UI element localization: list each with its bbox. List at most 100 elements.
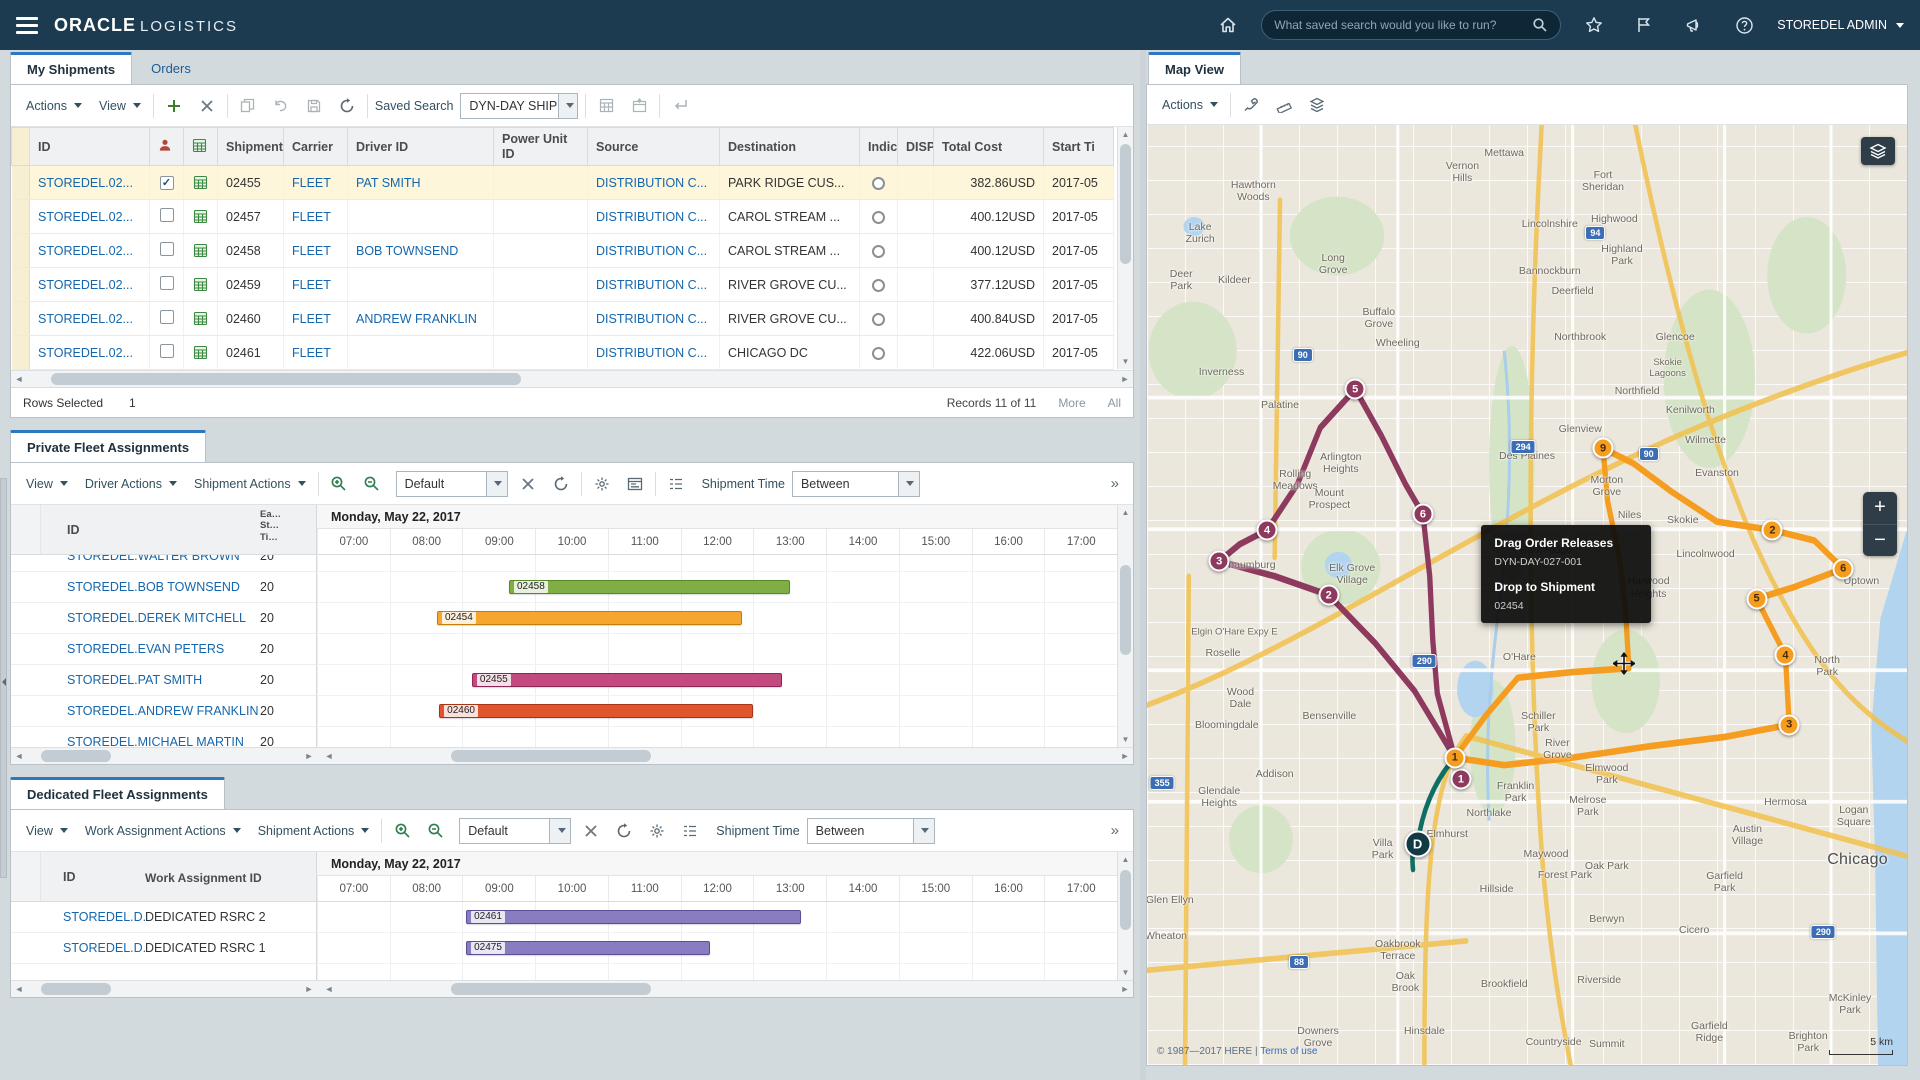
refresh-icon[interactable] bbox=[611, 819, 637, 843]
shipment-actions-menu-button[interactable]: Shipment Actions bbox=[189, 473, 311, 495]
dedicated-horizontal-scrollbar[interactable]: ◄ ► ◄ ► bbox=[11, 980, 1133, 997]
search-icon[interactable] bbox=[1532, 17, 1548, 33]
map-stop-marker-orange-9[interactable]: 9 bbox=[1593, 438, 1614, 459]
driver-id-link[interactable]: STOREDEL.DEREK MITCHELL bbox=[67, 611, 246, 625]
shipment-row[interactable]: STOREDEL.02...✓02455FLEETPAT SMITHDISTRI… bbox=[12, 166, 1114, 200]
driver-actions-menu-button[interactable]: Driver Actions bbox=[80, 473, 182, 495]
scroll-left-arrow[interactable]: ◄ bbox=[11, 984, 27, 994]
tab-my-shipments[interactable]: My Shipments bbox=[10, 52, 132, 85]
shipments-vertical-scrollbar[interactable]: ▲ ▼ bbox=[1117, 127, 1133, 369]
global-search-input[interactable] bbox=[1274, 18, 1524, 32]
flag-icon[interactable] bbox=[1627, 8, 1661, 42]
indicator-radio[interactable] bbox=[872, 211, 885, 224]
shipment-id-link[interactable]: STOREDEL.02... bbox=[38, 176, 133, 190]
map-layers-swap-icon[interactable] bbox=[1304, 93, 1330, 117]
carrier-link[interactable]: FLEET bbox=[292, 346, 331, 360]
scroll-up-arrow[interactable]: ▲ bbox=[1118, 505, 1133, 520]
spreadsheet-icon[interactable] bbox=[193, 311, 208, 326]
source-link[interactable]: DISTRIBUTION C... bbox=[596, 244, 707, 258]
gantt-bar-02461[interactable]: 02461 bbox=[466, 910, 801, 924]
combo-dropdown-button[interactable] bbox=[898, 472, 919, 496]
clear-icon[interactable] bbox=[578, 819, 604, 843]
toolbar-overflow-button[interactable]: » bbox=[1107, 822, 1123, 839]
terms-of-use-link[interactable]: Terms of use bbox=[1260, 1046, 1317, 1057]
refresh-icon[interactable] bbox=[334, 94, 360, 118]
driver-link[interactable]: ANDREW FRANKLIN bbox=[356, 312, 477, 326]
map-layers-button[interactable] bbox=[1861, 137, 1895, 165]
scroll-up-arrow[interactable]: ▲ bbox=[1118, 127, 1133, 142]
map-stop-marker-orange-3[interactable]: 3 bbox=[1779, 714, 1800, 735]
private-vertical-scrollbar[interactable]: ▲ ▼ bbox=[1117, 505, 1133, 747]
map-stop-marker-orange-6[interactable]: 6 bbox=[1833, 558, 1854, 579]
indicator-radio[interactable] bbox=[872, 177, 885, 190]
driver-row[interactable]: STOREDEL.PAT SMITH20 bbox=[11, 665, 316, 696]
driver-row[interactable]: STOREDEL.ANDREW FRANKLIN20 bbox=[11, 696, 316, 727]
favorites-star-icon[interactable] bbox=[1577, 8, 1611, 42]
shipment-id-link[interactable]: STOREDEL.02... bbox=[38, 312, 133, 326]
private-gantt-body[interactable]: 02458024540245502460 bbox=[317, 555, 1117, 747]
driver-row[interactable]: STOREDEL.MICHAEL MARTIN20 bbox=[11, 727, 316, 747]
map-measure-icon[interactable] bbox=[1271, 93, 1297, 117]
work-assignment-row[interactable]: STOREDEL.D...DEDICATED RSRC 2 bbox=[11, 902, 316, 933]
shipment-row[interactable]: STOREDEL.02...02461FLEETDISTRIBUTION C..… bbox=[12, 336, 1114, 370]
indicator-radio[interactable] bbox=[872, 245, 885, 258]
spreadsheet-icon[interactable] bbox=[193, 209, 208, 224]
row-selector-cell[interactable] bbox=[12, 166, 30, 200]
gantt-bar-02475[interactable]: 02475 bbox=[466, 941, 710, 955]
home-icon[interactable] bbox=[1211, 8, 1245, 42]
combo-dropdown-button[interactable] bbox=[913, 819, 934, 843]
shipment-row[interactable]: STOREDEL.02...02460FLEETANDREW FRANKLIND… bbox=[12, 302, 1114, 336]
driver-id-link[interactable]: STOREDEL.ANDREW FRANKLIN bbox=[67, 704, 258, 718]
driver-row[interactable]: STOREDEL.WALTER BROWN20 bbox=[11, 555, 316, 572]
scroll-left-arrow[interactable]: ◄ bbox=[321, 984, 337, 994]
map-stop-marker-maroon-5[interactable]: 5 bbox=[1345, 379, 1366, 400]
scroll-right-arrow[interactable]: ► bbox=[301, 984, 317, 994]
gantt-bar-02455[interactable]: 02455 bbox=[472, 673, 783, 687]
scroll-right-arrow[interactable]: ► bbox=[1117, 751, 1133, 761]
driver-link[interactable]: PAT SMITH bbox=[356, 176, 421, 190]
legend-icon[interactable] bbox=[677, 819, 703, 843]
combo-dropdown-button[interactable] bbox=[558, 94, 577, 118]
scroll-left-arrow[interactable]: ◄ bbox=[11, 751, 27, 761]
map-depot-marker[interactable]: D bbox=[1404, 831, 1431, 858]
work-assignment-id-link[interactable]: STOREDEL.D... bbox=[63, 910, 145, 924]
zoom-out-icon[interactable] bbox=[422, 819, 448, 843]
shipment-time-combo[interactable]: Between bbox=[792, 471, 920, 497]
legend-icon[interactable] bbox=[663, 472, 689, 496]
row-selector-cell[interactable] bbox=[12, 302, 30, 336]
combo-dropdown-button[interactable] bbox=[549, 819, 570, 843]
row-selector-cell[interactable] bbox=[12, 268, 30, 302]
scroll-right-arrow[interactable]: ► bbox=[1117, 984, 1133, 994]
map-stop-marker-maroon-6[interactable]: 6 bbox=[1412, 504, 1433, 525]
spreadsheet-icon[interactable] bbox=[193, 243, 208, 258]
map-stop-marker-orange-4[interactable]: 4 bbox=[1775, 645, 1796, 666]
scroll-up-arrow[interactable]: ▲ bbox=[1118, 852, 1133, 867]
row-checkbox[interactable] bbox=[160, 208, 174, 222]
work-assignment-id-link[interactable]: STOREDEL.D... bbox=[63, 941, 145, 955]
shipment-id-link[interactable]: STOREDEL.02... bbox=[38, 244, 133, 258]
saved-search-bar[interactable] bbox=[1261, 10, 1561, 40]
map-view[interactable]: Hawthorn WoodsVernon HillsMettawaFort Sh… bbox=[1147, 125, 1907, 1065]
collapse-splitter[interactable] bbox=[0, 478, 7, 878]
shipment-id-link[interactable]: STOREDEL.02... bbox=[38, 346, 133, 360]
row-selector-cell[interactable] bbox=[12, 336, 30, 370]
row-checkbox[interactable] bbox=[160, 242, 174, 256]
scroll-down-arrow[interactable]: ▼ bbox=[1118, 732, 1133, 747]
scroll-down-arrow[interactable]: ▼ bbox=[1118, 354, 1133, 369]
carrier-link[interactable]: FLEET bbox=[292, 210, 331, 224]
help-icon[interactable] bbox=[1727, 8, 1761, 42]
table-view-icon[interactable] bbox=[593, 94, 619, 118]
zoom-in-icon[interactable] bbox=[326, 472, 352, 496]
map-stop-marker-orange-5[interactable]: 5 bbox=[1746, 588, 1767, 609]
shipment-row[interactable]: STOREDEL.02...02458FLEETBOB TOWNSENDDIST… bbox=[12, 234, 1114, 268]
driver-id-link[interactable]: STOREDEL.BOB TOWNSEND bbox=[67, 580, 240, 594]
gantt-bar-02454[interactable]: 02454 bbox=[437, 611, 742, 625]
detach-icon[interactable] bbox=[626, 94, 652, 118]
spreadsheet-icon[interactable] bbox=[193, 277, 208, 292]
scroll-right-arrow[interactable]: ► bbox=[1117, 374, 1133, 384]
gantt-bar-02460[interactable]: 02460 bbox=[439, 704, 753, 718]
zoom-in-icon[interactable] bbox=[389, 819, 415, 843]
scroll-right-arrow[interactable]: ► bbox=[301, 751, 317, 761]
driver-id-link[interactable]: STOREDEL.WALTER BROWN bbox=[67, 555, 240, 563]
saved-search-combo[interactable]: DYN-DAY SHIP bbox=[460, 93, 578, 119]
